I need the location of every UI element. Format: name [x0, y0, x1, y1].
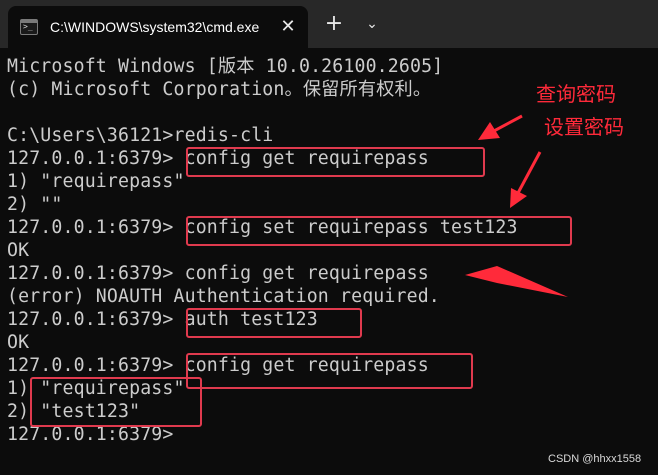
annotation-set-password: 设置密码 [544, 115, 624, 139]
annotation-arrows [465, 114, 568, 297]
arrow-query [491, 114, 523, 134]
annotation-query-password: 查询密码 [536, 82, 616, 106]
watermark: CSDN @hhxx1558 [548, 453, 642, 465]
arrow-set [516, 151, 542, 194]
arrow-noauth [465, 266, 568, 297]
